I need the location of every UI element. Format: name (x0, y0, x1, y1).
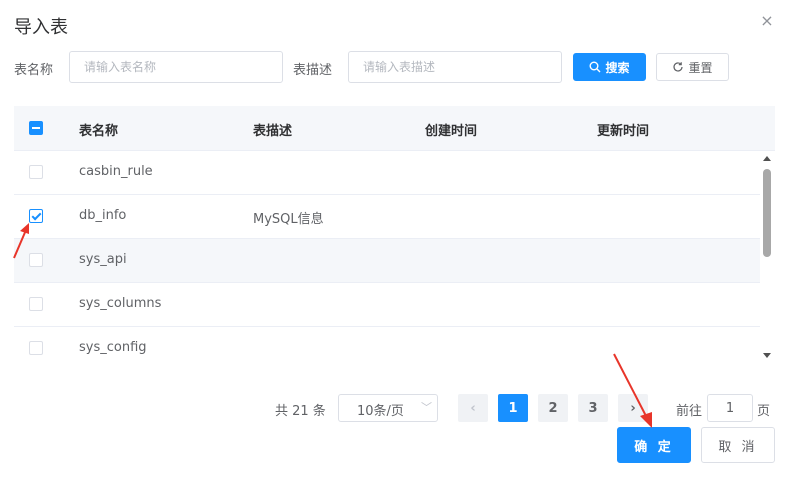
scrollbar-thumb[interactable] (763, 169, 771, 257)
close-icon[interactable]: × (758, 12, 776, 30)
dialog-title: 导入表 (14, 17, 68, 38)
cancel-button[interactable]: 取 消 (701, 427, 775, 463)
row-table-desc: MySQL信息 (253, 212, 324, 227)
row-table-name: db_info (79, 208, 127, 223)
reset-button[interactable]: 重置 (656, 53, 729, 81)
column-header-desc: 表描述 (253, 124, 293, 139)
reset-button-label: 重置 (688, 60, 713, 75)
import-table-dialog: 导入表 × 表名称 表描述 搜索 重置 表名称 表描述 创建时间 更新时间 ca… (0, 0, 789, 484)
page-size-value: 10条/页 (357, 404, 404, 419)
row-table-name: sys_config (79, 340, 147, 355)
column-header-updated: 更新时间 (597, 124, 650, 139)
table-scrollbar[interactable] (760, 151, 774, 363)
table-row[interactable]: sys_columns (14, 283, 760, 327)
table-row[interactable]: casbin_rule (14, 151, 760, 195)
search-icon (589, 61, 601, 73)
search-button[interactable]: 搜索 (573, 53, 646, 81)
row-checkbox[interactable] (29, 297, 43, 311)
row-table-name: casbin_rule (79, 164, 153, 179)
table-header: 表名称 表描述 创建时间 更新时间 (14, 106, 775, 151)
column-header-name: 表名称 (79, 124, 119, 139)
page-size-select[interactable]: 10条/页 ﹀ (338, 394, 438, 422)
row-table-name: sys_api (79, 252, 127, 267)
search-button-label: 搜索 (605, 60, 630, 75)
goto-suffix: 页 (757, 404, 771, 419)
table-row[interactable]: sys_config (14, 327, 760, 366)
table-desc-input[interactable] (348, 51, 562, 83)
table-row[interactable]: sys_api (14, 239, 760, 283)
next-page-button[interactable]: › (618, 394, 648, 422)
chevron-down-icon: ﹀ (421, 401, 432, 414)
prev-page-button[interactable]: ‹ (458, 394, 488, 422)
table-name-input[interactable] (69, 51, 283, 83)
refresh-icon (673, 62, 684, 72)
scroll-down-arrow-icon[interactable] (763, 353, 771, 358)
row-table-name: sys_columns (79, 296, 162, 311)
page-button-2[interactable]: 2 (538, 394, 568, 422)
page-button-1[interactable]: 1 (498, 394, 528, 422)
goto-prefix: 前往 (676, 404, 703, 419)
page-button-3[interactable]: 3 (578, 394, 608, 422)
row-checkbox[interactable] (29, 209, 43, 223)
scroll-up-arrow-icon[interactable] (763, 156, 771, 161)
tables-list: 表名称 表描述 创建时间 更新时间 casbin_rule db_info My… (14, 106, 775, 366)
select-all-checkbox[interactable] (29, 121, 43, 135)
row-checkbox[interactable] (29, 253, 43, 267)
table-name-label: 表名称 (14, 63, 54, 78)
table-row[interactable]: db_info MySQL信息 (14, 195, 760, 239)
column-header-created: 创建时间 (425, 124, 478, 139)
pagination-total: 共 21 条 (275, 404, 326, 419)
row-checkbox[interactable] (29, 165, 43, 179)
row-checkbox[interactable] (29, 341, 43, 355)
goto-page-input[interactable] (707, 394, 753, 422)
table-desc-label: 表描述 (293, 63, 333, 78)
confirm-button[interactable]: 确 定 (617, 427, 691, 463)
